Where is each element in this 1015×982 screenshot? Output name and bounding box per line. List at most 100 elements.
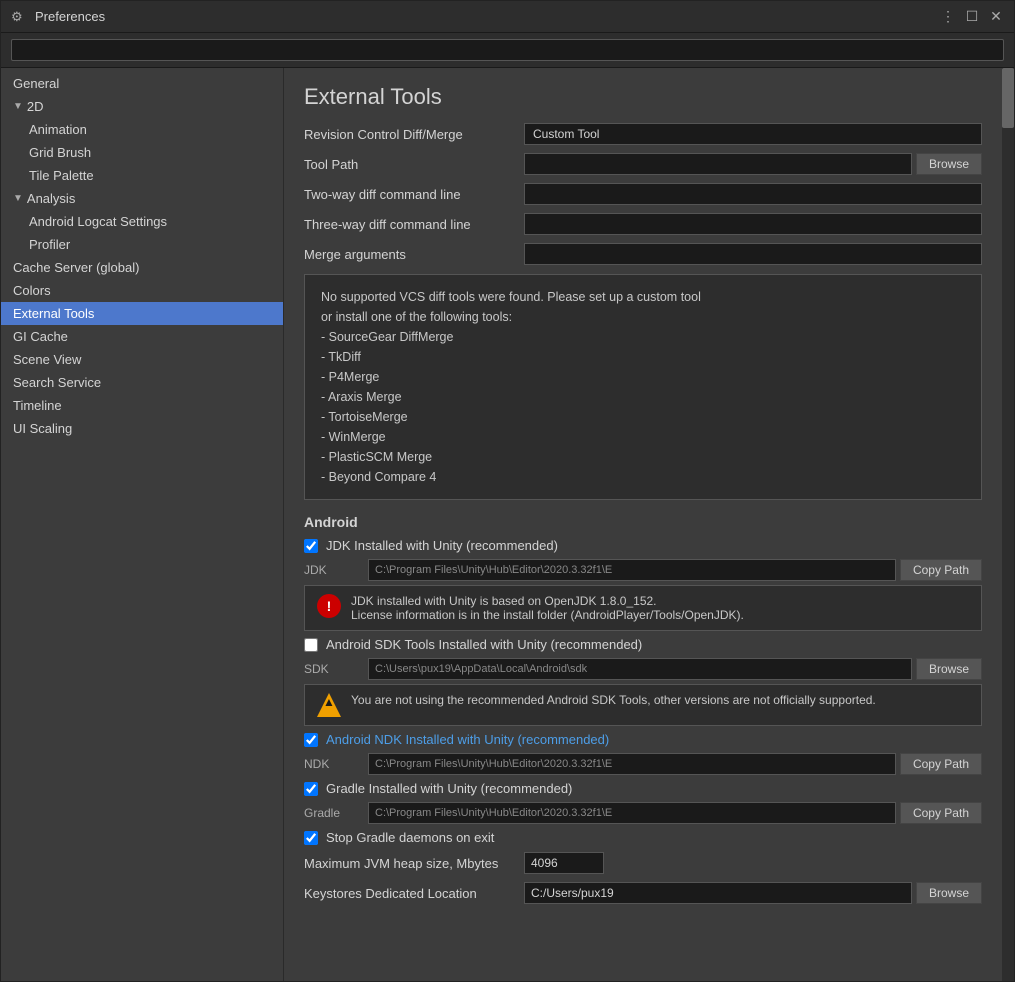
2d-arrow: ▼ bbox=[13, 101, 23, 112]
two-way-row: Two-way diff command line bbox=[304, 182, 982, 206]
jdk-path-label: JDK bbox=[304, 563, 364, 577]
animation-label: Animation bbox=[29, 122, 87, 137]
jdk-copy-path-btn[interactable]: Copy Path bbox=[900, 559, 982, 581]
stop-gradle-label: Stop Gradle daemons on exit bbox=[326, 830, 494, 845]
sidebar-item-timeline[interactable]: Timeline bbox=[1, 394, 283, 417]
three-way-row: Three-way diff command line bbox=[304, 212, 982, 236]
keystores-browse-btn[interactable]: Browse bbox=[916, 882, 982, 904]
search-input[interactable] bbox=[11, 39, 1004, 61]
sidebar-item-scene-view[interactable]: Scene View bbox=[1, 348, 283, 371]
revision-control-label: Revision Control Diff/Merge bbox=[304, 127, 524, 142]
ui-scaling-label: UI Scaling bbox=[13, 421, 72, 436]
keystores-label: Keystores Dedicated Location bbox=[304, 886, 524, 901]
ndk-path-label: NDK bbox=[304, 757, 364, 771]
scene-view-label: Scene View bbox=[13, 352, 81, 367]
sdk-checkbox[interactable] bbox=[304, 638, 318, 652]
settings-icon: ⚙ bbox=[11, 9, 27, 25]
close-btn[interactable]: ✕ bbox=[988, 9, 1004, 25]
main-content: External Tools Revision Control Diff/Mer… bbox=[284, 68, 1002, 981]
sidebar-item-external-tools[interactable]: External Tools bbox=[1, 302, 283, 325]
ndk-checkbox-label[interactable]: Android NDK Installed with Unity (recomm… bbox=[326, 732, 609, 747]
sidebar-item-tile-palette[interactable]: Tile Palette bbox=[1, 164, 283, 187]
sidebar-item-gi-cache[interactable]: GI Cache bbox=[1, 325, 283, 348]
tool-path-browse-btn[interactable]: Browse bbox=[916, 153, 982, 175]
gradle-copy-path-btn[interactable]: Copy Path bbox=[900, 802, 982, 824]
merge-args-row: Merge arguments bbox=[304, 242, 982, 266]
gradle-path-input[interactable] bbox=[368, 802, 896, 824]
jdk-warning-box: ! JDK installed with Unity is based on O… bbox=[304, 585, 982, 631]
ndk-checkbox[interactable] bbox=[304, 733, 318, 747]
gradle-path-label: Gradle bbox=[304, 806, 364, 820]
revision-control-row: Revision Control Diff/Merge Custom Tool bbox=[304, 122, 982, 146]
stop-gradle-checkbox[interactable] bbox=[304, 831, 318, 845]
android-section-header: Android bbox=[304, 514, 982, 530]
jdk-path-row: JDK Copy Path bbox=[304, 559, 982, 581]
maximize-btn[interactable]: ☐ bbox=[964, 9, 980, 25]
sidebar-item-analysis[interactable]: ▼ Analysis bbox=[1, 187, 283, 210]
ndk-checkbox-row: Android NDK Installed with Unity (recomm… bbox=[304, 732, 982, 747]
jdk-path-input[interactable] bbox=[368, 559, 896, 581]
sdk-browse-btn[interactable]: Browse bbox=[916, 658, 982, 680]
sidebar-item-general[interactable]: General bbox=[1, 72, 283, 95]
gradle-path-row: Gradle Copy Path bbox=[304, 802, 982, 824]
two-way-input[interactable] bbox=[524, 183, 982, 205]
sdk-warning-box: ▲ You are not using the recommended Andr… bbox=[304, 684, 982, 726]
sdk-path-input[interactable] bbox=[368, 658, 912, 680]
sdk-checkbox-row: Android SDK Tools Installed with Unity (… bbox=[304, 637, 982, 652]
gradle-checkbox[interactable] bbox=[304, 782, 318, 796]
scrollbar[interactable] bbox=[1002, 68, 1014, 981]
sidebar-item-cache-server[interactable]: Cache Server (global) bbox=[1, 256, 283, 279]
titlebar: ⚙ Preferences ⋮ ☐ ✕ bbox=[1, 1, 1014, 33]
heap-row: Maximum JVM heap size, Mbytes bbox=[304, 851, 982, 875]
gradle-checkbox-label: Gradle Installed with Unity (recommended… bbox=[326, 781, 572, 796]
external-tools-label: External Tools bbox=[13, 306, 94, 321]
content-area: General ▼ 2D Animation Grid Brush Tile P… bbox=[1, 68, 1014, 981]
more-options-btn[interactable]: ⋮ bbox=[940, 9, 956, 25]
stop-gradle-row: Stop Gradle daemons on exit bbox=[304, 830, 982, 845]
warning-triangle-icon: ▲ bbox=[317, 693, 341, 717]
scrollbar-thumb[interactable] bbox=[1002, 68, 1014, 128]
gi-cache-label: GI Cache bbox=[13, 329, 68, 344]
gradle-checkbox-row: Gradle Installed with Unity (recommended… bbox=[304, 781, 982, 796]
keystores-input[interactable] bbox=[524, 882, 912, 904]
colors-label: Colors bbox=[13, 283, 51, 298]
sidebar-item-grid-brush[interactable]: Grid Brush bbox=[1, 141, 283, 164]
sidebar: General ▼ 2D Animation Grid Brush Tile P… bbox=[1, 68, 284, 981]
two-way-label: Two-way diff command line bbox=[304, 187, 524, 202]
analysis-arrow: ▼ bbox=[13, 193, 23, 204]
three-way-input[interactable] bbox=[524, 213, 982, 235]
merge-args-input[interactable] bbox=[524, 243, 982, 265]
sidebar-item-2d[interactable]: ▼ 2D bbox=[1, 95, 283, 118]
tool-path-input[interactable] bbox=[524, 153, 912, 175]
sidebar-item-search-service[interactable]: Search Service bbox=[1, 371, 283, 394]
sidebar-item-ui-scaling[interactable]: UI Scaling bbox=[1, 417, 283, 440]
tool-path-label: Tool Path bbox=[304, 157, 524, 172]
merge-args-label: Merge arguments bbox=[304, 247, 524, 262]
preferences-window: ⚙ Preferences ⋮ ☐ ✕ General ▼ 2D Animati… bbox=[0, 0, 1015, 982]
sidebar-item-colors[interactable]: Colors bbox=[1, 279, 283, 302]
three-way-label: Three-way diff command line bbox=[304, 217, 524, 232]
heap-input[interactable] bbox=[524, 852, 604, 874]
keystores-row: Keystores Dedicated Location Browse bbox=[304, 881, 982, 905]
sdk-path-row: SDK Browse bbox=[304, 658, 982, 680]
cache-server-label: Cache Server (global) bbox=[13, 260, 139, 275]
general-label: General bbox=[13, 76, 59, 91]
sidebar-item-android-logcat[interactable]: Android Logcat Settings bbox=[1, 210, 283, 233]
jdk-checkbox-label: JDK Installed with Unity (recommended) bbox=[326, 538, 558, 553]
sidebar-item-profiler[interactable]: Profiler bbox=[1, 233, 283, 256]
search-service-label: Search Service bbox=[13, 375, 101, 390]
jdk-checkbox[interactable] bbox=[304, 539, 318, 553]
tool-path-row: Tool Path Browse bbox=[304, 152, 982, 176]
sidebar-item-animation[interactable]: Animation bbox=[1, 118, 283, 141]
window-controls: ⋮ ☐ ✕ bbox=[940, 9, 1004, 25]
tile-palette-label: Tile Palette bbox=[29, 168, 94, 183]
search-bar bbox=[1, 33, 1014, 68]
error-icon: ! bbox=[317, 594, 341, 618]
revision-control-value[interactable]: Custom Tool bbox=[524, 123, 982, 145]
jdk-checkbox-row: JDK Installed with Unity (recommended) bbox=[304, 538, 982, 553]
ndk-path-row: NDK Copy Path bbox=[304, 753, 982, 775]
ndk-path-input[interactable] bbox=[368, 753, 896, 775]
vcs-info-box: No supported VCS diff tools were found. … bbox=[304, 274, 982, 500]
window-title: Preferences bbox=[35, 9, 940, 24]
ndk-copy-path-btn[interactable]: Copy Path bbox=[900, 753, 982, 775]
